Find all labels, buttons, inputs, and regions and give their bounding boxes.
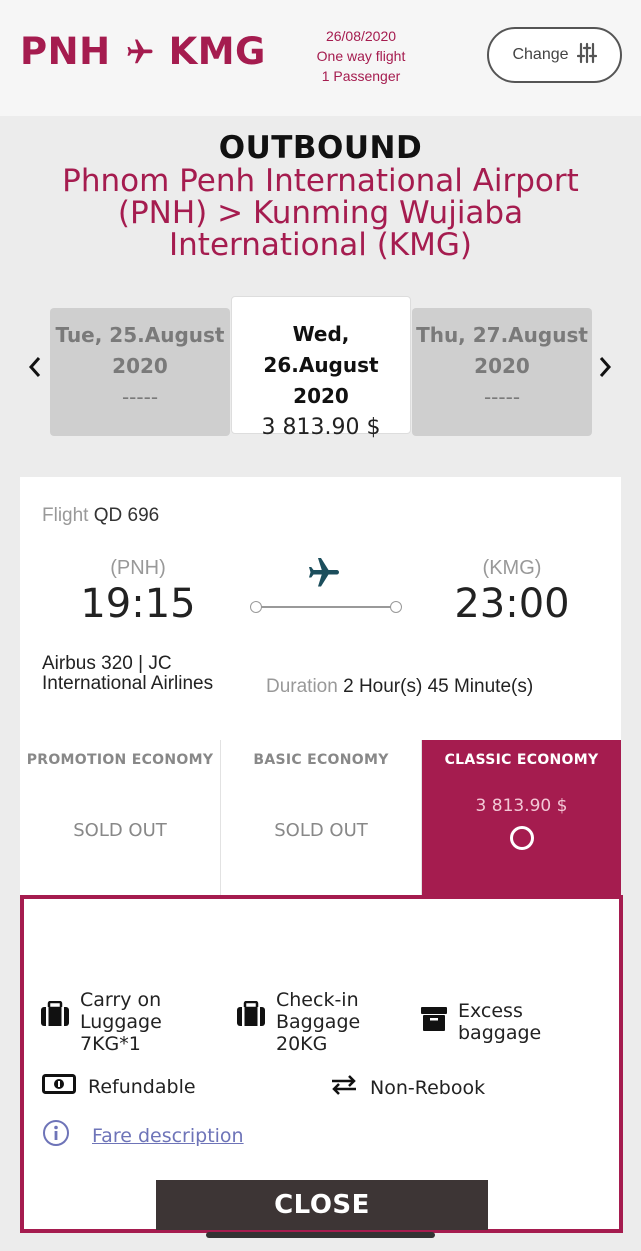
date-price: 3 813.90 $: [261, 415, 381, 440]
info-icon: [42, 1119, 70, 1152]
flight-card[interactable]: Flight QD 696 (PNH) (KMG) 19:15 23:00 Ai…: [20, 477, 621, 740]
next-date-arrow[interactable]: [594, 352, 616, 382]
date-option-selected[interactable]: Wed, 26.August 2020 3 813.90 $: [231, 296, 411, 440]
change-button-label: Change: [512, 46, 569, 63]
route-airports: Phnom Penh International Airport (PNH) >…: [62, 163, 579, 263]
home-indicator[interactable]: [206, 1232, 435, 1238]
date-option-prev[interactable]: Tue, 25.August 2020 -----: [50, 308, 230, 436]
fare-description-row: Fare description: [42, 1119, 244, 1152]
flight-number-value: QD 696: [93, 505, 160, 526]
excess-text: Excess baggage: [458, 1000, 542, 1044]
flight-number: Flight QD 696: [42, 505, 159, 527]
archive-box-icon: [420, 1005, 448, 1038]
arrival-time: 23:00: [454, 581, 570, 627]
header-bar: PNH KMG 26/08/2020 One way flight 1 Pass…: [0, 0, 641, 116]
close-button[interactable]: CLOSE: [156, 1180, 488, 1230]
trip-type: One way flight: [316, 48, 406, 64]
sliders-icon: [576, 42, 597, 69]
prev-date-arrow[interactable]: [24, 352, 46, 382]
passenger-count: 1 Passenger: [321, 68, 401, 84]
chevron-left-icon: [28, 357, 41, 377]
date-year: 2020: [112, 354, 168, 378]
refundable-text: Refundable: [88, 1075, 196, 1098]
luggage-icon: [40, 1000, 70, 1032]
airplane-icon: [123, 37, 157, 67]
date-day: Wed, 26.August: [263, 322, 379, 377]
refundable-feature: Refundable: [42, 1074, 196, 1099]
fare-promotion-economy[interactable]: PROMOTION ECONOMY SOLD OUT: [20, 740, 221, 895]
date-day: Tue, 25.August: [55, 323, 225, 347]
fare-classic-economy[interactable]: CLASSIC ECONOMY 3 813.90 $: [422, 740, 621, 895]
fare-radio-selected[interactable]: [509, 826, 534, 850]
carry-on-feature: Carry on Luggage 7KG*1: [40, 989, 220, 1055]
money-icon: [42, 1074, 76, 1099]
luggage-icon: [236, 1000, 266, 1032]
fare-name: CLASSIC ECONOMY: [444, 752, 599, 768]
date-year: 2020: [474, 354, 530, 378]
chevron-right-icon: [599, 357, 612, 377]
destination-code: KMG: [168, 30, 266, 73]
departure-code: (PNH): [110, 557, 166, 579]
fare-basic-economy[interactable]: BASIC ECONOMY SOLD OUT: [221, 740, 422, 895]
checkin-feature: Check-in Baggage 20KG: [236, 989, 416, 1055]
origin-code: PNH: [20, 30, 111, 73]
duration-label: Duration: [266, 676, 338, 697]
rebook-text: Non-Rebook: [370, 1076, 486, 1099]
fare-name: PROMOTION ECONOMY: [26, 752, 214, 768]
arrival-code: (KMG): [482, 557, 542, 579]
route-summary: PNH KMG: [20, 30, 266, 73]
departure-time: 19:15: [80, 581, 196, 627]
fare-description-link[interactable]: Fare description: [92, 1125, 244, 1147]
carry-on-text: Carry on Luggage 7KG*1: [80, 989, 162, 1055]
fare-price: 3 813.90 $: [475, 796, 568, 816]
flight-label: Flight: [42, 505, 89, 526]
fare-details-panel: Carry on Luggage 7KG*1 Check-in Baggage …: [20, 895, 623, 1233]
trip-info: 26/08/2020 One way flight 1 Passenger: [300, 26, 422, 86]
date-option-next[interactable]: Thu, 27.August 2020 -----: [412, 308, 592, 436]
outbound-title: OUTBOUND: [218, 130, 423, 166]
fare-status: SOLD OUT: [73, 820, 167, 841]
change-button[interactable]: Change: [487, 27, 622, 83]
date-price: -----: [121, 385, 159, 409]
airplane-icon: [304, 555, 344, 596]
trip-date: 26/08/2020: [325, 28, 397, 44]
checkin-text: Check-in Baggage 20KG: [276, 989, 361, 1055]
duration-value: 2 Hour(s) 45 Minute(s): [343, 676, 534, 697]
flight-path-line: [250, 601, 402, 613]
flight-duration: Duration 2 Hour(s) 45 Minute(s): [266, 676, 533, 698]
excess-feature: Excess baggage: [420, 1000, 610, 1044]
aircraft-info: Airbus 320 | JC International Airlines: [42, 653, 214, 694]
fare-class-row: PROMOTION ECONOMY SOLD OUT BASIC ECONOMY…: [20, 740, 621, 895]
swap-arrows-icon: [330, 1074, 358, 1101]
date-year: 2020: [293, 384, 349, 408]
fare-status: SOLD OUT: [274, 820, 368, 841]
date-day: Thu, 27.August: [416, 323, 588, 347]
fare-name: BASIC ECONOMY: [253, 752, 389, 768]
rebook-feature: Non-Rebook: [330, 1074, 485, 1101]
date-price: -----: [483, 385, 521, 409]
